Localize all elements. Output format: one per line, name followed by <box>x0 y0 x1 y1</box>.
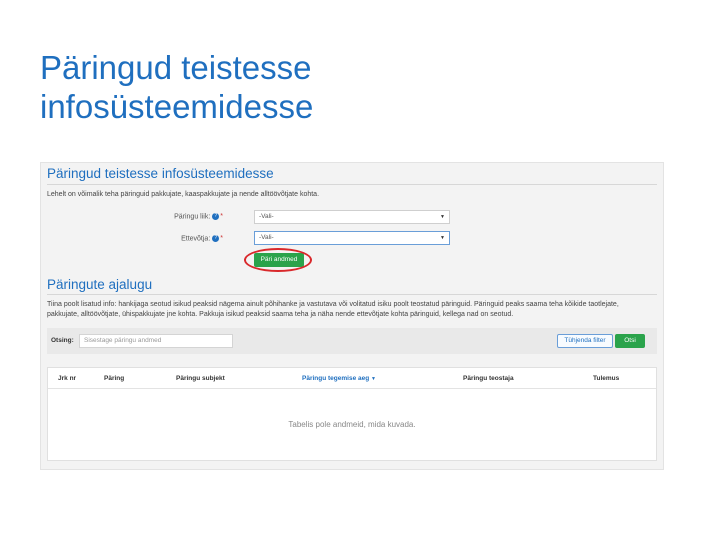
history-info-line1: Tiina poolt lisatud info: hankijaga seot… <box>47 301 619 308</box>
chevron-down-icon: ▼ <box>440 214 445 220</box>
section-divider <box>47 294 657 295</box>
history-table: Jrk nr Päring Päringu subjekt Päringu te… <box>47 367 657 461</box>
filter-bar: Otsing: Sisestage päringu andmed Tühjend… <box>47 328 657 354</box>
column-header[interactable]: Jrk nr <box>58 375 76 382</box>
query-type-select[interactable]: -Vali- ▼ <box>254 210 450 224</box>
table-header-divider <box>48 388 656 389</box>
column-header[interactable]: Päring <box>104 375 124 382</box>
app-screenshot: Päringud teistesse infosüsteemidesse Leh… <box>40 162 664 470</box>
slide-title: Päringud teistesse infosüsteemidesse <box>40 48 640 126</box>
section-title-queries: Päringud teistesse infosüsteemidesse <box>47 166 274 181</box>
search-input[interactable]: Sisestage päringu andmed <box>79 334 233 348</box>
section-title-history: Päringute ajalugu <box>47 277 153 292</box>
help-icon[interactable]: ? <box>212 213 220 220</box>
intro-text: Lehelt on võimalik teha päringuid pakkuj… <box>47 191 320 198</box>
history-info-line2: pakkujate, alltöövõtjate, ühispakkujate … <box>47 311 514 318</box>
required-marker: * <box>220 235 223 243</box>
help-icon[interactable]: ? <box>212 235 220 242</box>
company-label: Ettevõtja:? * <box>181 235 223 243</box>
required-marker: * <box>220 213 223 221</box>
search-label: Otsing: <box>51 337 74 344</box>
column-header[interactable]: Tulemus <box>593 375 619 382</box>
sort-desc-icon: ▼ <box>371 376 376 382</box>
column-header[interactable]: Päringu subjekt <box>176 375 225 382</box>
column-header[interactable]: Päringu teostaja <box>463 375 514 382</box>
slide-title-line1: Päringud teistesse <box>40 49 312 86</box>
slide-title-line2: infosüsteemidesse <box>40 88 314 125</box>
highlight-circle <box>244 248 312 272</box>
section-divider <box>47 184 657 185</box>
column-header-sorted[interactable]: Päringu tegemise aeg ▼ <box>302 375 376 382</box>
empty-table-message: Tabelis pole andmeid, mida kuvada. <box>288 420 416 429</box>
clear-filter-button[interactable]: Tühjenda filter <box>557 334 613 348</box>
company-select[interactable]: -Vali- ▼ <box>254 231 450 245</box>
chevron-down-icon: ▼ <box>440 235 445 241</box>
query-type-label: Päringu liik:? * <box>174 213 223 221</box>
search-button[interactable]: Otsi <box>615 334 645 348</box>
